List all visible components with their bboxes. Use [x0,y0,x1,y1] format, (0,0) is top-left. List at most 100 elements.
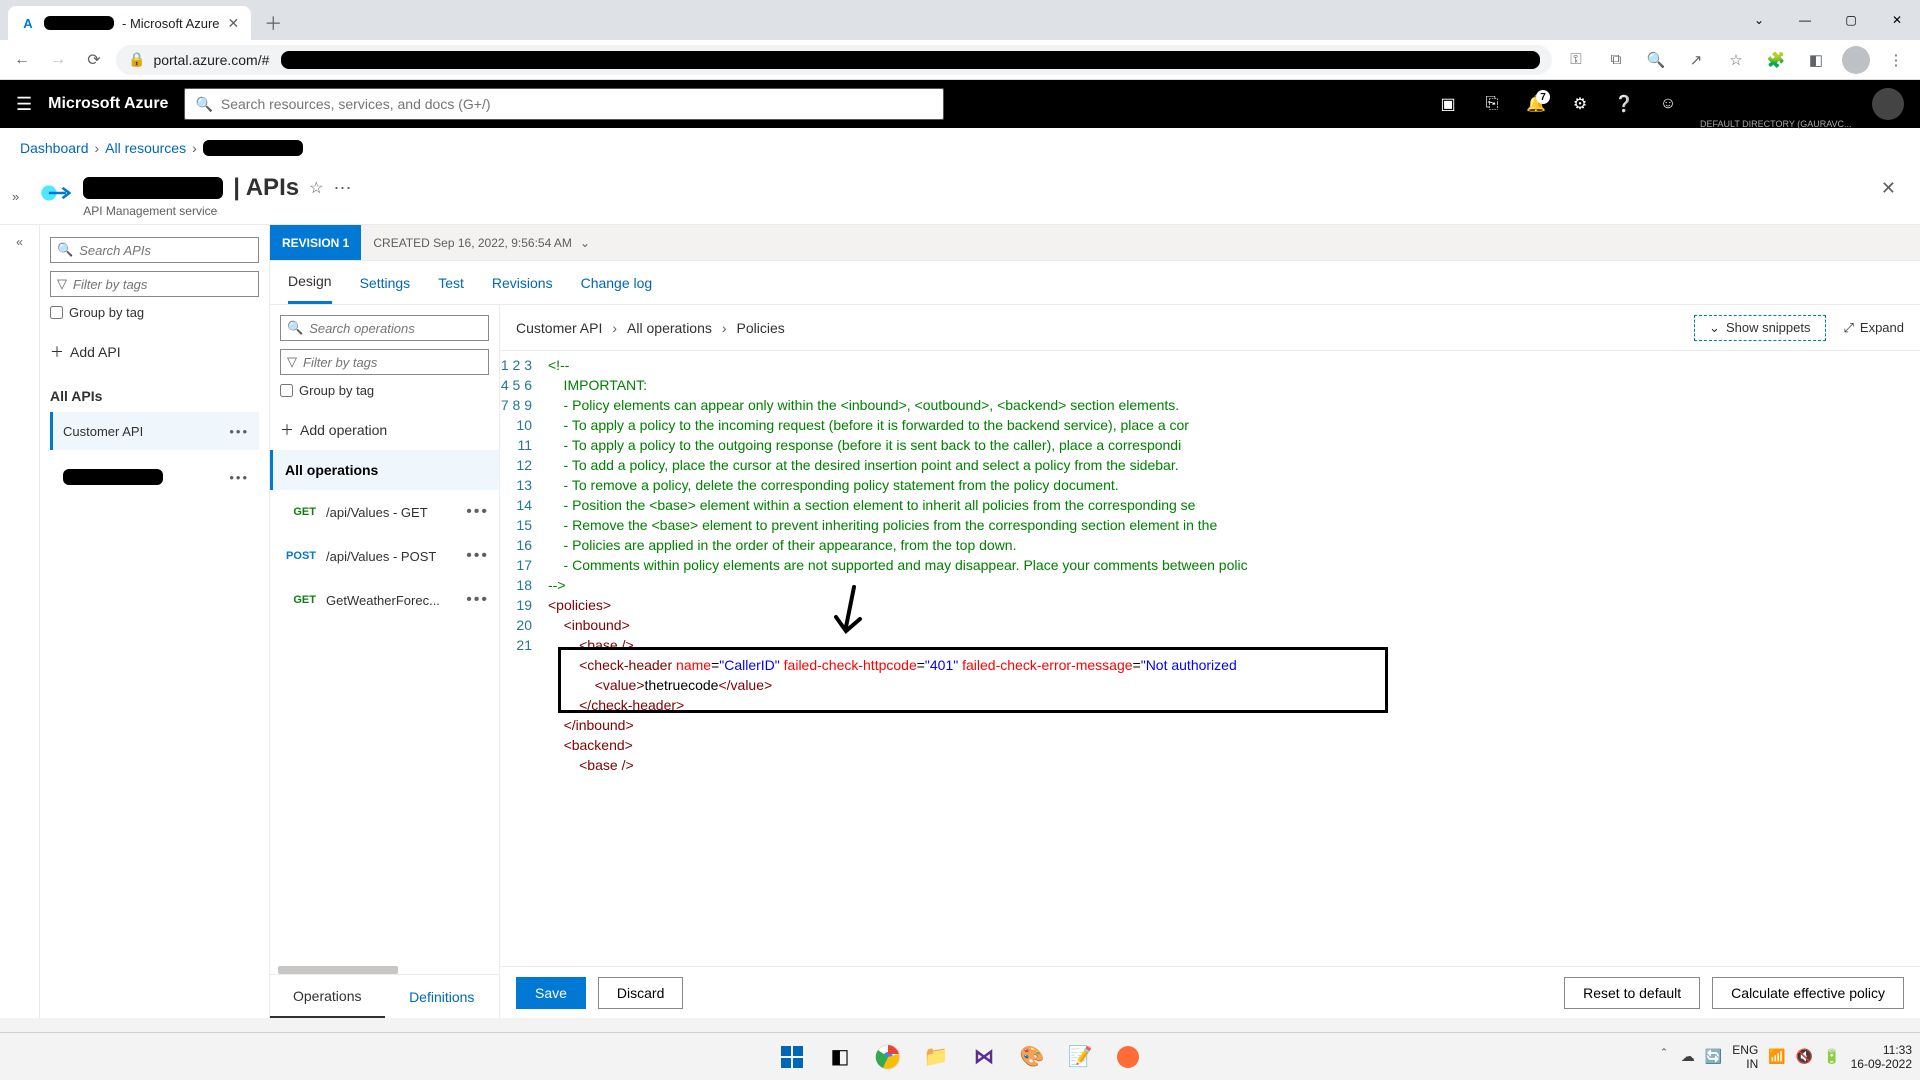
discard-button[interactable]: Discard [598,977,683,1009]
paint-icon[interactable]: 🎨 [1012,1037,1052,1077]
zoom-icon[interactable]: 🔍 [1640,44,1672,76]
tab-test[interactable]: Test [438,261,464,304]
task-view-icon[interactable]: ◧ [820,1037,860,1077]
ops-search-box[interactable]: 🔍 [280,315,489,341]
code-content[interactable]: <!-- IMPORTANT: - Policy elements can ap… [540,351,1920,966]
api-filter-input[interactable] [73,277,252,292]
api-filter-box[interactable]: ▽ [50,271,259,297]
clock[interactable]: 11:33 16-09-2022 [1851,1043,1912,1071]
group-by-tag-checkbox[interactable]: Group by tag [50,305,259,320]
operation-item[interactable]: GET GetWeatherForec... ••• [270,578,499,622]
ops-search-input[interactable] [309,321,487,336]
horizontal-scrollbar[interactable] [278,966,398,974]
tab-definitions[interactable]: Definitions [385,975,500,1018]
notifications-icon[interactable]: 🔔7 [1516,84,1556,124]
chrome-tab-azure[interactable]: A - Microsoft Azure ✕ [8,6,251,40]
all-apis-header[interactable]: All APIs [50,388,259,404]
operation-more-icon[interactable]: ••• [466,503,489,521]
volume-icon[interactable]: 🔇 [1796,1048,1813,1065]
ops-filter-box[interactable]: ▽ [280,349,489,375]
operation-item[interactable]: GET /api/Values - GET ••• [270,490,499,534]
operation-item[interactable]: POST /api/Values - POST ••• [270,534,499,578]
extensions-icon[interactable]: 🧩 [1760,44,1792,76]
cloud-shell-icon[interactable]: ▣ [1428,84,1468,124]
tab-design[interactable]: Design [288,261,332,304]
save-button[interactable]: Save [516,977,586,1009]
new-tab-button[interactable]: ＋ [259,9,287,37]
directories-icon[interactable]: ⎘ [1472,84,1512,124]
window-maximize-icon[interactable]: ▢ [1828,0,1874,40]
operation-more-icon[interactable]: ••• [466,547,489,565]
azure-search[interactable]: 🔍 [184,88,944,120]
all-operations-item[interactable]: All operations [270,450,499,490]
postman-icon[interactable] [1108,1037,1148,1077]
expand-button[interactable]: ⤢ Expand [1844,315,1905,341]
api-item-more-icon[interactable]: ••• [229,470,249,485]
nav-reload-button[interactable]: ⟳ [80,46,108,74]
more-actions-icon[interactable]: ⋯ [333,178,353,199]
revision-dropdown-icon[interactable]: ⌄ [580,236,590,250]
api-item-redacted[interactable]: ••• [50,458,259,496]
share-icon[interactable]: ↗ [1680,44,1712,76]
operation-more-icon[interactable]: ••• [466,591,489,609]
close-blade-icon[interactable]: ✕ [1877,174,1900,203]
code-editor[interactable]: 1 2 3 4 5 6 7 8 9 10 11 12 13 14 15 16 1… [500,351,1920,966]
hamburger-menu-icon[interactable]: ☰ [16,94,32,115]
add-operation-button[interactable]: ＋ Add operation [280,420,489,440]
wifi-icon[interactable]: 📶 [1768,1048,1785,1065]
visual-studio-icon[interactable]: ⋈ [964,1037,1004,1077]
tab-settings[interactable]: Settings [360,261,411,304]
breadcrumb-dashboard[interactable]: Dashboard [20,140,89,156]
close-tab-icon[interactable]: ✕ [228,15,240,32]
start-button[interactable] [772,1037,812,1077]
settings-icon[interactable]: ⚙ [1560,84,1600,124]
group-by-tag-input[interactable] [50,306,63,319]
tab-revisions[interactable]: Revisions [492,261,553,304]
azure-search-input[interactable] [221,96,934,112]
account-avatar[interactable] [1872,88,1904,120]
add-api-button[interactable]: ＋ Add API [50,342,259,362]
profile-avatar[interactable] [1840,44,1872,76]
nav-forward-button[interactable]: → [44,46,72,74]
api-search-input[interactable] [79,243,257,258]
language-indicator[interactable]: ENG IN [1732,1043,1758,1071]
bookmark-icon[interactable]: ☆ [1720,44,1752,76]
tab-changelog[interactable]: Change log [581,261,653,304]
tab-search-icon[interactable]: ⌄ [1736,0,1782,40]
api-item-more-icon[interactable]: ••• [229,424,249,439]
favorite-star-icon[interactable]: ☆ [309,178,323,198]
window-minimize-icon[interactable]: — [1782,0,1828,40]
api-search-box[interactable]: 🔍 [50,237,259,263]
side-panel-icon[interactable]: ◧ [1800,44,1832,76]
help-icon[interactable]: ❔ [1604,84,1644,124]
collapse-sidebar-icon[interactable]: « [0,225,40,1018]
omnibox[interactable]: 🔒 portal.azure.com/# [116,45,1552,75]
battery-icon[interactable]: 🔋 [1823,1048,1840,1065]
revision-badge[interactable]: REVISION 1 [270,225,361,260]
onedrive-icon[interactable]: ☁ [1681,1048,1695,1065]
tray-chevron-icon[interactable]: ＾ [1657,1047,1671,1067]
tab-operations[interactable]: Operations [270,975,385,1018]
install-app-icon[interactable]: ⧉ [1600,44,1632,76]
file-explorer-icon[interactable]: 📁 [916,1037,956,1077]
editor-crumb-ops[interactable]: All operations [627,320,712,336]
window-close-icon[interactable]: ✕ [1874,0,1920,40]
key-icon[interactable]: ⚿ [1560,44,1592,76]
show-snippets-button[interactable]: ⌄ Show snippets [1694,315,1825,341]
azure-brand[interactable]: Microsoft Azure [48,95,168,113]
nav-back-button[interactable]: ← [8,46,36,74]
notepad-icon[interactable]: 📝 [1060,1037,1100,1077]
sync-icon[interactable]: 🔄 [1705,1048,1722,1065]
ops-filter-input[interactable] [303,355,482,370]
editor-crumb-api[interactable]: Customer API [516,320,602,336]
feedback-icon[interactable]: ☺ [1648,84,1688,124]
expand-nav-icon[interactable]: » [12,189,19,204]
api-item-customer[interactable]: Customer API ••• [50,412,259,450]
breadcrumb-all-resources[interactable]: All resources [105,140,186,156]
reset-button[interactable]: Reset to default [1564,977,1700,1009]
calculate-policy-button[interactable]: Calculate effective policy [1712,977,1904,1009]
ops-group-by-tag-input[interactable] [280,384,293,397]
chrome-icon[interactable] [868,1037,908,1077]
chrome-menu-icon[interactable]: ⋮ [1880,44,1912,76]
ops-group-by-tag-checkbox[interactable]: Group by tag [280,383,489,398]
